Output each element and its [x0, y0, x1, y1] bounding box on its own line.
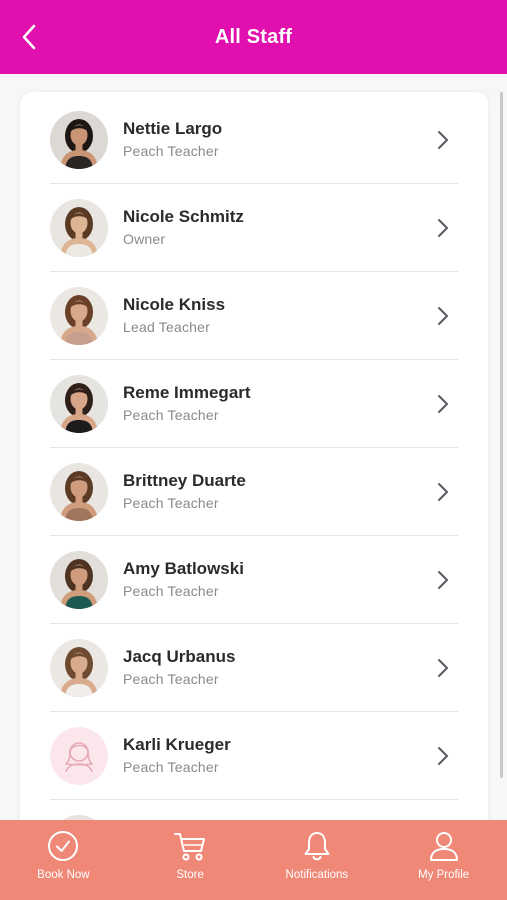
- staff-name: Nettie Largo: [123, 119, 223, 138]
- scrollbar[interactable]: [500, 92, 503, 778]
- staff-name: Nicole Kniss: [123, 295, 226, 314]
- staff-list: Nettie Largo Peach Teacher Nicole Schmit…: [20, 92, 488, 820]
- bottom-tab-bar: Book Now Store Notifications My Profile: [0, 820, 507, 900]
- tab-my-profile[interactable]: My Profile: [380, 820, 507, 900]
- staff-name: Nicole Schmitz: [123, 207, 244, 226]
- avatar: [50, 374, 108, 433]
- chevron-right-icon: [438, 394, 448, 413]
- chevron-right-icon: [438, 130, 448, 149]
- staff-info: Amy Batlowski Peach Teacher: [123, 558, 432, 601]
- staff-row-partial[interactable]: [50, 800, 458, 820]
- staff-role: Peach Teacher: [123, 759, 219, 775]
- avatar: [50, 286, 108, 345]
- staff-info: Nicole Schmitz Owner: [123, 206, 432, 249]
- staff-row[interactable]: Nicole Kniss Lead Teacher: [50, 272, 458, 360]
- staff-info: Reme Immegart Peach Teacher: [123, 382, 432, 425]
- tab-label: Book Now: [37, 869, 90, 881]
- tab-store[interactable]: Store: [127, 820, 254, 900]
- staff-row[interactable]: Brittney Duarte Peach Teacher: [50, 448, 458, 536]
- staff-info: Jacq Urbanus Peach Teacher: [123, 646, 432, 689]
- avatar: [50, 638, 108, 697]
- tab-label: Notifications: [285, 869, 349, 881]
- staff-row[interactable]: Karli Krueger Peach Teacher: [50, 712, 458, 800]
- user-icon: [429, 832, 458, 861]
- chevron-right-icon: [438, 570, 448, 589]
- avatar: [50, 550, 108, 609]
- placeholder-avatar-icon: [50, 726, 108, 785]
- back-button[interactable]: [14, 22, 44, 52]
- staff-name: Amy Batlowski: [123, 559, 244, 578]
- chevron-right-icon: [438, 482, 448, 501]
- staff-role: Peach Teacher: [123, 671, 219, 687]
- staff-name: Karli Krueger: [123, 735, 231, 754]
- chevron-right-icon: [438, 746, 448, 765]
- bell-icon: [304, 832, 330, 861]
- staff-role: Peach Teacher: [123, 143, 219, 159]
- chevron-left-icon: [22, 24, 36, 50]
- staff-row[interactable]: Nicole Schmitz Owner: [50, 184, 458, 272]
- staff-info: Nicole Kniss Lead Teacher: [123, 294, 432, 337]
- staff-name: Reme Immegart: [123, 383, 251, 402]
- staff-info: Brittney Duarte Peach Teacher: [123, 470, 432, 513]
- staff-role: Peach Teacher: [123, 583, 219, 599]
- tab-label: Store: [176, 869, 204, 881]
- staff-name: Jacq Urbanus: [123, 647, 236, 666]
- page-title: All Staff: [214, 25, 293, 48]
- avatar: [50, 462, 108, 521]
- tab-label: My Profile: [418, 869, 470, 881]
- staff-role: Peach Teacher: [123, 495, 219, 511]
- staff-info: Nettie Largo Peach Teacher: [123, 118, 432, 161]
- cart-icon: [174, 833, 206, 861]
- staff-list-area[interactable]: Nettie Largo Peach Teacher Nicole Schmit…: [0, 74, 507, 820]
- tab-notifications[interactable]: Notifications: [254, 820, 381, 900]
- staff-row[interactable]: Amy Batlowski Peach Teacher: [50, 536, 458, 624]
- staff-role: Lead Teacher: [123, 319, 210, 335]
- avatar: [50, 198, 108, 257]
- chevron-right-icon: [438, 218, 448, 237]
- chevron-right-icon: [438, 658, 448, 677]
- staff-row[interactable]: Nettie Largo Peach Teacher: [50, 96, 458, 184]
- staff-row[interactable]: Jacq Urbanus Peach Teacher: [50, 624, 458, 712]
- check-circle-icon: [48, 831, 79, 861]
- staff-role: Owner: [123, 231, 166, 247]
- staff-row[interactable]: Reme Immegart Peach Teacher: [50, 360, 458, 448]
- avatar: [50, 110, 108, 169]
- app-header: All Staff: [0, 0, 507, 74]
- chevron-right-icon: [438, 306, 448, 325]
- staff-info: Karli Krueger Peach Teacher: [123, 734, 432, 777]
- staff-name: Brittney Duarte: [123, 471, 246, 490]
- tab-book-now[interactable]: Book Now: [0, 820, 127, 900]
- staff-role: Peach Teacher: [123, 407, 219, 423]
